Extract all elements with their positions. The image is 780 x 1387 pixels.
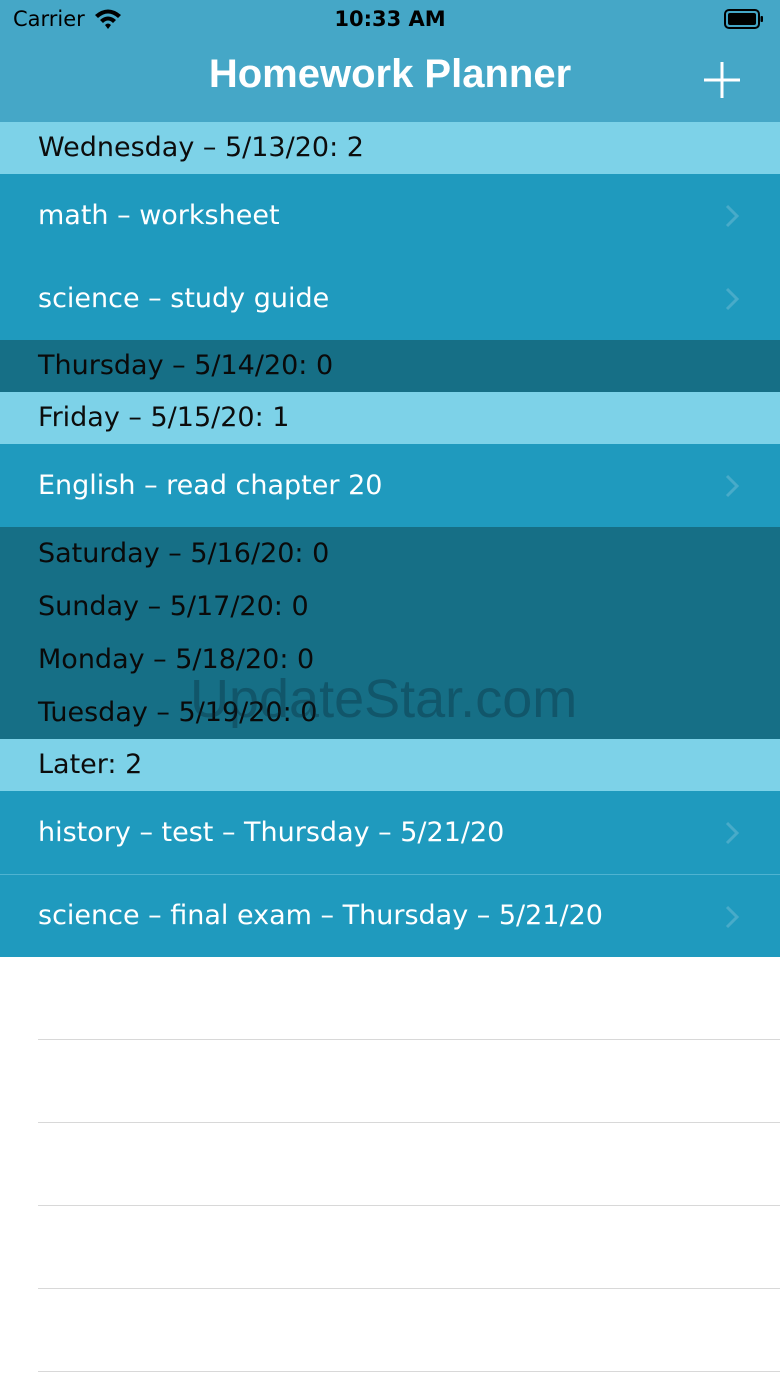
assignment-list[interactable]: Wednesday – 5/13/20: 2 math – worksheet … — [0, 122, 780, 957]
section-header-tuesday: Tuesday – 5/19/20: 0 — [0, 686, 780, 739]
assignment-row[interactable]: science – study guide — [0, 257, 780, 340]
section-header-saturday: Saturday – 5/16/20: 0 — [0, 527, 780, 580]
chevron-right-icon — [725, 905, 740, 929]
section-header-sunday: Sunday – 5/17/20: 0 — [0, 580, 780, 633]
plus-icon — [704, 62, 740, 98]
assignment-row[interactable]: science – final exam – Thursday – 5/21/2… — [0, 874, 780, 957]
assignment-label: math – worksheet — [38, 200, 280, 231]
row-separator — [38, 1205, 780, 1206]
status-bar: Carrier 10:33 AM — [0, 0, 780, 40]
assignment-label: history – test – Thursday – 5/21/20 — [38, 817, 505, 848]
chevron-right-icon — [725, 287, 740, 311]
section-header-later: Later: 2 — [0, 739, 780, 791]
section-header-wednesday: Wednesday – 5/13/20: 2 — [0, 122, 780, 174]
assignment-row[interactable]: English – read chapter 20 — [0, 444, 780, 527]
empty-table-area — [0, 957, 780, 1387]
chevron-right-icon — [725, 474, 740, 498]
navigation-bar: Homework Planner — [0, 40, 780, 122]
assignment-row[interactable]: history – test – Thursday – 5/21/20 — [0, 791, 780, 874]
battery-icon — [724, 9, 763, 29]
assignment-row[interactable]: math – worksheet — [0, 174, 780, 257]
chevron-right-icon — [725, 821, 740, 845]
status-time: 10:33 AM — [334, 7, 446, 31]
section-header-friday: Friday – 5/15/20: 1 — [0, 392, 780, 444]
section-header-monday: Monday – 5/18/20: 0 — [0, 633, 780, 686]
row-separator — [38, 1122, 780, 1123]
assignment-label: English – read chapter 20 — [38, 470, 383, 501]
section-header-thursday: Thursday – 5/14/20: 0 — [0, 340, 780, 392]
assignment-label: science – final exam – Thursday – 5/21/2… — [38, 900, 603, 931]
row-separator — [38, 1288, 780, 1289]
add-assignment-button[interactable] — [702, 60, 742, 100]
chevron-right-icon — [725, 204, 740, 228]
assignment-label: science – study guide — [38, 283, 330, 314]
page-title: Homework Planner — [208, 52, 572, 96]
row-separator — [38, 1039, 780, 1040]
row-separator — [38, 1371, 780, 1372]
